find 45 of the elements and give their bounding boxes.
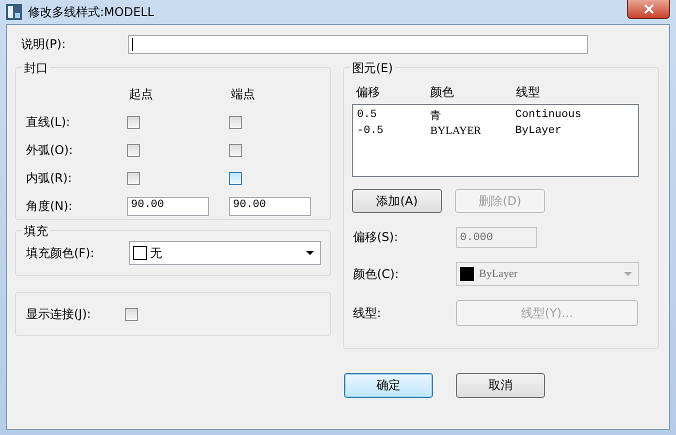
list-cell-text: BYLAYER: [430, 125, 482, 137]
add-button[interactable]: 添加(A): [352, 189, 442, 213]
list-cell-text: -0.5: [357, 125, 384, 137]
checkbox[interactable]: [229, 172, 242, 184]
checkbox[interactable]: [124, 308, 138, 320]
cancel-button[interactable]: 取消: [456, 373, 545, 398]
row-label: 内弧(R):: [25, 170, 73, 186]
column-header: 端点: [230, 86, 256, 102]
column-header: 线型: [516, 84, 541, 100]
elements-list[interactable]: 0.5 青 Continuous -0.5 BYLAYER ByLayer: [352, 104, 639, 177]
color-label: 颜色(C):: [352, 266, 400, 282]
list-cell-text: 0.5: [357, 109, 378, 121]
column-header: 颜色: [430, 84, 455, 100]
checkbox[interactable]: [127, 116, 140, 128]
close-button[interactable]: [627, 0, 670, 19]
caret-icon: [306, 251, 314, 255]
app-icon: [6, 4, 22, 20]
checkbox[interactable]: [229, 116, 242, 128]
row-label: 直线(L):: [25, 114, 72, 130]
list-cell-text: Continuous: [515, 109, 582, 121]
color-swatch-icon: [460, 267, 474, 281]
show-joints-label: 显示连接(J):: [26, 306, 91, 322]
description-label: 说明(P):: [20, 36, 67, 52]
linetype-label: 线型:: [352, 304, 382, 322]
checkbox[interactable]: [229, 144, 242, 156]
checkbox[interactable]: [127, 144, 140, 156]
list-cell-text: 青: [430, 108, 442, 122]
column-header: 起点: [128, 86, 154, 102]
checkbox[interactable]: [127, 172, 140, 184]
fill-color-dropdown[interactable]: 无: [129, 241, 321, 265]
close-icon: [644, 4, 654, 14]
angle-label: 角度(N):: [25, 198, 74, 214]
row-label: 外弧(O):: [25, 142, 74, 158]
offset-label: 偏移(S):: [352, 229, 400, 246]
window-title: 修改多线样式:MODELL: [28, 4, 154, 20]
description-field[interactable]: [128, 34, 588, 54]
angle-field[interactable]: 90.00: [229, 196, 311, 216]
caret-icon: [624, 272, 632, 276]
ok-button[interactable]: 确定: [344, 373, 433, 398]
angle-field[interactable]: 90.00: [127, 196, 209, 216]
group-title: 图元(E): [350, 60, 395, 77]
fill-color-label: 填充颜色(F):: [25, 244, 96, 262]
column-header: 偏移: [356, 84, 381, 100]
group-title: 填充: [22, 223, 50, 240]
list-cell-text: ByLayer: [515, 125, 562, 137]
